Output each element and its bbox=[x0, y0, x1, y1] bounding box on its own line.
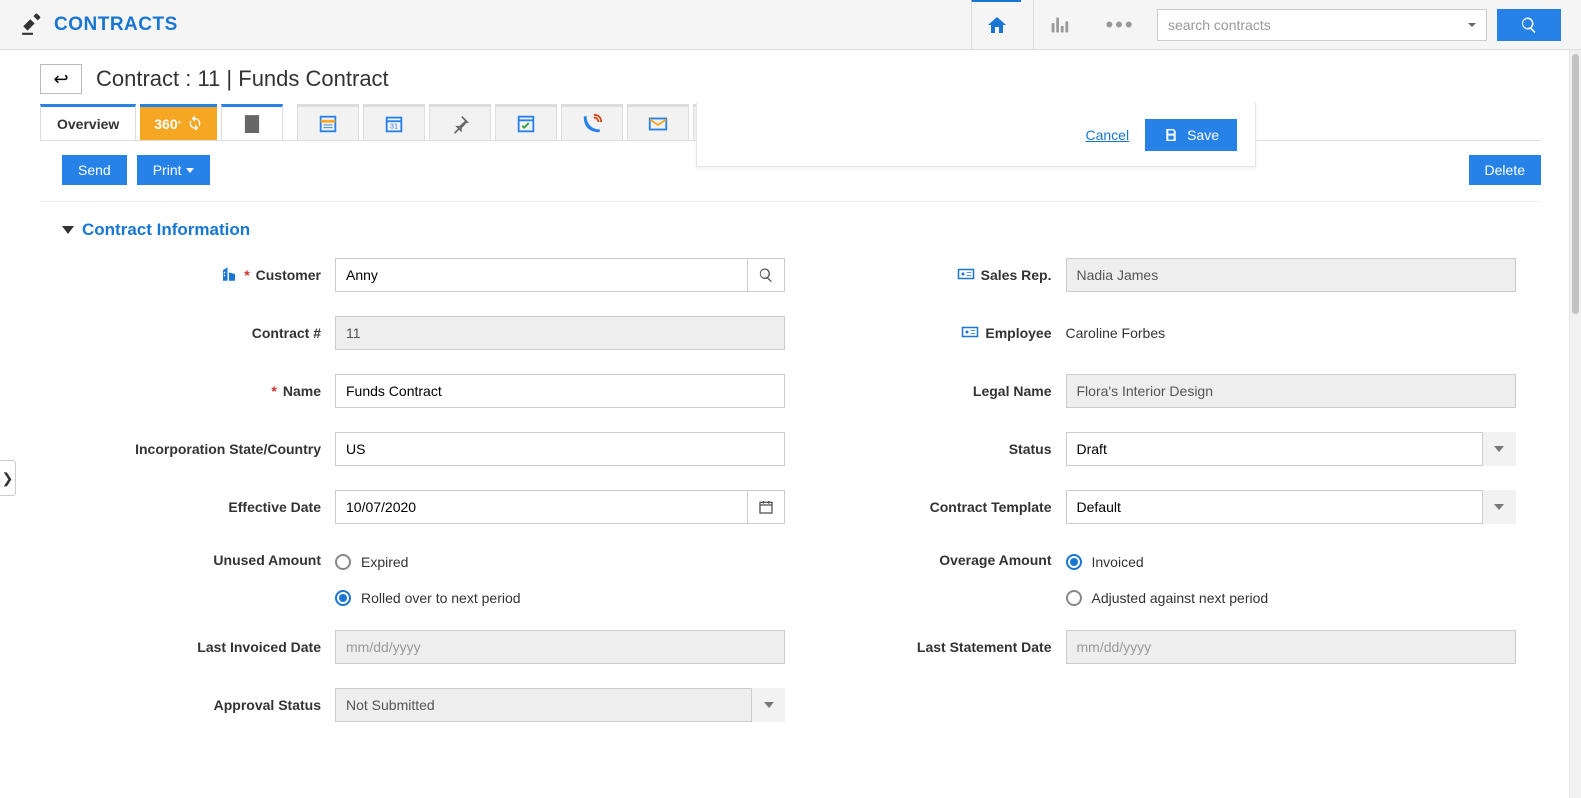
approval-status-select[interactable] bbox=[335, 688, 785, 722]
chart-icon[interactable] bbox=[1033, 0, 1083, 50]
top-bar: CONTRACTS ••• bbox=[0, 0, 1581, 50]
row-employee: Employee Caroline Forbes bbox=[841, 316, 1542, 350]
top-right: ••• bbox=[971, 0, 1561, 50]
eff-date-picker-button[interactable] bbox=[747, 490, 785, 524]
row-customer: * Customer bbox=[110, 258, 811, 292]
tab-calendar[interactable]: 31 bbox=[363, 104, 425, 140]
section-contract-info[interactable]: Contract Information bbox=[62, 220, 1541, 240]
page-title-row: ↩ Contract : 11 | Funds Contract bbox=[40, 64, 1541, 94]
form-col-right: Sales Rep. Employee Caroline Forbes Lega… bbox=[841, 258, 1542, 746]
tab-360[interactable]: 360° bbox=[140, 104, 217, 140]
tab-notes[interactable] bbox=[221, 104, 283, 140]
chevron-down-icon[interactable] bbox=[1482, 490, 1516, 524]
row-contract-no: Contract # bbox=[110, 316, 811, 350]
tab-pin[interactable] bbox=[429, 104, 491, 140]
row-legal-name: Legal Name bbox=[841, 374, 1542, 408]
building-icon bbox=[220, 265, 238, 286]
customer-lookup-button[interactable] bbox=[747, 258, 785, 292]
row-contract-tpl: Contract Template bbox=[841, 490, 1542, 524]
search-button[interactable] bbox=[1497, 9, 1561, 41]
svg-text:31: 31 bbox=[390, 121, 398, 130]
row-overage-amt: Overage Amount Invoiced Adjusted against… bbox=[841, 548, 1542, 606]
save-cancel-box: Cancel Save bbox=[696, 103, 1256, 167]
calendar-icon bbox=[758, 499, 774, 515]
customer-input[interactable] bbox=[335, 258, 747, 292]
tab-email[interactable] bbox=[627, 104, 689, 140]
last-stmt-date-input bbox=[1066, 630, 1516, 664]
search-dropdown[interactable] bbox=[1457, 9, 1487, 41]
send-button[interactable]: Send bbox=[62, 155, 127, 185]
contract-no-input bbox=[335, 316, 785, 350]
form-grid: * Customer Contract # *Name bbox=[40, 258, 1541, 746]
sales-rep-input bbox=[1066, 258, 1516, 292]
chevron-down-icon[interactable] bbox=[751, 688, 785, 722]
back-button[interactable]: ↩ bbox=[40, 64, 82, 94]
row-unused-amt: Unused Amount Expired Rolled over to nex… bbox=[110, 548, 811, 606]
status-select[interactable] bbox=[1066, 432, 1516, 466]
radio-unused-rolled[interactable]: Rolled over to next period bbox=[335, 590, 785, 606]
employee-value: Caroline Forbes bbox=[1066, 319, 1516, 347]
delete-button[interactable]: Delete bbox=[1469, 155, 1541, 185]
eff-date-input[interactable] bbox=[335, 490, 747, 524]
content: ↩ Contract : 11 | Funds Contract Overvie… bbox=[0, 50, 1581, 786]
tab-list[interactable] bbox=[297, 104, 359, 140]
search-wrap bbox=[1157, 9, 1561, 41]
print-button[interactable]: Print bbox=[137, 155, 210, 185]
home-icon[interactable] bbox=[971, 0, 1021, 49]
row-inc-state: Incorporation State/Country bbox=[110, 432, 811, 466]
cancel-link[interactable]: Cancel bbox=[1085, 127, 1129, 143]
logo-text[interactable]: CONTRACTS bbox=[54, 14, 178, 36]
row-eff-date: Effective Date bbox=[110, 490, 811, 524]
chevron-down-icon bbox=[186, 168, 194, 173]
row-status: Status bbox=[841, 432, 1542, 466]
id-card-icon bbox=[961, 323, 979, 344]
row-name: *Name bbox=[110, 374, 811, 408]
tab-call[interactable] bbox=[561, 104, 623, 140]
search-icon bbox=[758, 267, 774, 283]
id-card-icon bbox=[957, 265, 975, 286]
radio-overage-invoiced[interactable]: Invoiced bbox=[1066, 554, 1516, 570]
row-last-inv-date: Last Invoiced Date bbox=[110, 630, 811, 664]
actions-row: Send Print Delete Cancel Save bbox=[40, 141, 1541, 202]
radio-unused-expired[interactable]: Expired bbox=[335, 554, 785, 570]
contract-tpl-select[interactable] bbox=[1066, 490, 1516, 524]
tab-task[interactable] bbox=[495, 104, 557, 140]
chevron-down-icon bbox=[62, 226, 74, 234]
save-button[interactable]: Save bbox=[1145, 119, 1237, 151]
radio-overage-adjusted[interactable]: Adjusted against next period bbox=[1066, 590, 1516, 606]
row-last-stmt-date: Last Statement Date bbox=[841, 630, 1542, 664]
refresh-icon bbox=[187, 114, 203, 133]
more-icon[interactable]: ••• bbox=[1095, 0, 1145, 50]
form-col-left: * Customer Contract # *Name bbox=[110, 258, 811, 746]
logo-section: CONTRACTS bbox=[20, 10, 178, 39]
last-inv-date-input bbox=[335, 630, 785, 664]
legal-name-input bbox=[1066, 374, 1516, 408]
tab-overview[interactable]: Overview bbox=[40, 104, 136, 140]
row-sales-rep: Sales Rep. bbox=[841, 258, 1542, 292]
gavel-icon bbox=[20, 10, 46, 39]
page-title: Contract : 11 | Funds Contract bbox=[96, 66, 389, 92]
inc-state-input[interactable] bbox=[335, 432, 785, 466]
save-icon bbox=[1163, 127, 1179, 143]
search-input[interactable] bbox=[1157, 9, 1457, 41]
row-approval-status: Approval Status bbox=[110, 688, 811, 722]
chevron-down-icon[interactable] bbox=[1482, 432, 1516, 466]
name-input[interactable] bbox=[335, 374, 785, 408]
